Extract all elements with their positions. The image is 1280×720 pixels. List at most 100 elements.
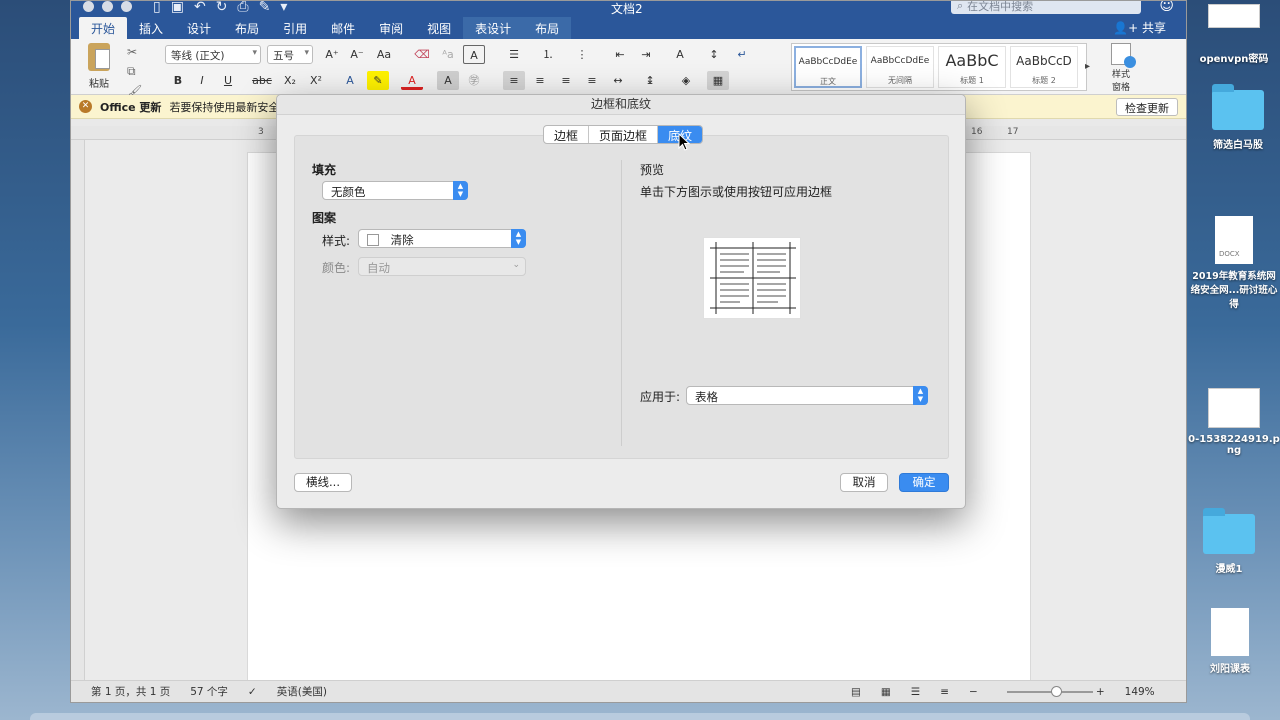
- fill-color-popup[interactable]: 无颜色 ▲ ▼: [322, 181, 468, 200]
- multilevel-list-icon[interactable]: ⋮: [571, 45, 593, 64]
- distribute-icon[interactable]: ↔: [607, 71, 629, 90]
- style-heading-1[interactable]: AaBbC 标题 1: [938, 46, 1006, 88]
- copy-icon[interactable]: ⧉: [127, 64, 142, 79]
- strikethrough-button[interactable]: abc: [251, 71, 273, 90]
- numbering-icon[interactable]: ⒈: [537, 45, 559, 64]
- save-icon[interactable]: ▣: [171, 1, 184, 15]
- pattern-style-popup[interactable]: 清除 ▲ ▼: [358, 229, 526, 248]
- character-shading-icon[interactable]: A: [437, 71, 459, 90]
- zoom-in-icon[interactable]: +: [1096, 686, 1105, 698]
- undo-icon[interactable]: ↶: [194, 1, 206, 15]
- border-preview[interactable]: [703, 237, 801, 319]
- highlight-icon[interactable]: ✎: [367, 71, 389, 90]
- tab-table-layout[interactable]: 布局: [523, 17, 572, 39]
- text-direction-icon[interactable]: A: [669, 45, 691, 64]
- sort-icon[interactable]: ↕: [703, 45, 725, 64]
- word-count[interactable]: 57 个字: [190, 684, 228, 699]
- font-size-select[interactable]: 五号: [267, 45, 313, 64]
- text-effects-icon[interactable]: A: [339, 71, 361, 90]
- grow-font-icon[interactable]: A⁺: [321, 45, 343, 64]
- web-layout-icon[interactable]: ▦: [881, 686, 891, 698]
- tab-layout[interactable]: 布局: [223, 17, 271, 39]
- title-bar: ▯ ▣ ↶ ↻ ⎙ ✎ ▾ 文档2 ⌕ 在文档中搜索 ☺ 开始 插入 设计 布局…: [71, 1, 1186, 39]
- tab-home[interactable]: 开始: [79, 17, 128, 39]
- apply-to-popup[interactable]: 表格 ▲ ▼: [686, 386, 928, 405]
- cut-icon[interactable]: ✂: [127, 45, 142, 59]
- share-button[interactable]: 👤+ 共享: [1113, 19, 1166, 36]
- style-normal[interactable]: AaBbCcDdEe 正文: [794, 46, 862, 88]
- clear-format-icon[interactable]: ⌫: [411, 45, 433, 64]
- redo-icon[interactable]: ↻: [216, 1, 228, 15]
- desktop-item-folder-stocks[interactable]: 筛选白马股: [1192, 84, 1280, 151]
- cancel-button[interactable]: 取消: [840, 473, 888, 492]
- zoom-slider[interactable]: [1007, 686, 1093, 697]
- enclose-characters-icon[interactable]: ㊫: [463, 71, 485, 90]
- subscript-button[interactable]: X₂: [279, 71, 301, 90]
- page-count[interactable]: 第 1 页，共 1 页: [91, 684, 170, 699]
- tab-insert[interactable]: 插入: [127, 17, 175, 39]
- align-left-icon[interactable]: ≡: [503, 71, 525, 90]
- desktop-item-schedule[interactable]: 刘阳课表: [1184, 608, 1276, 675]
- style-no-spacing[interactable]: AaBbCcDdEe 无间隔: [866, 46, 934, 88]
- desktop-item-png[interactable]: 0-1538224919.p ng: [1188, 388, 1280, 456]
- gallery-more-icon[interactable]: ▸: [1085, 61, 1090, 72]
- print-icon[interactable]: ⎙: [237, 1, 248, 15]
- align-center-icon[interactable]: ≡: [529, 71, 551, 90]
- bullets-icon[interactable]: ☰: [503, 45, 525, 64]
- zoom-window-button[interactable]: [121, 1, 132, 12]
- tab-mailings[interactable]: 邮件: [319, 17, 367, 39]
- zoom-slider-knob[interactable]: [1051, 686, 1062, 697]
- zoom-out-icon[interactable]: −: [969, 686, 978, 698]
- justify-icon[interactable]: ≡: [581, 71, 603, 90]
- desktop-item-folder-marvel[interactable]: 漫威1: [1183, 508, 1275, 575]
- styles-pane-button[interactable]: 样式 窗格: [1103, 43, 1139, 93]
- horizontal-line-button[interactable]: 横线...: [294, 473, 352, 492]
- zoom-level[interactable]: 149%: [1125, 686, 1155, 698]
- proofing-icon[interactable]: ✓: [248, 686, 257, 698]
- line-spacing-icon[interactable]: ↨: [639, 71, 661, 90]
- tab-references[interactable]: 引用: [271, 17, 319, 39]
- clipboard-tools: ✂ ⧉ 🖌: [127, 45, 142, 98]
- search-input[interactable]: ⌕ 在文档中搜索: [951, 1, 1141, 14]
- shading-bucket-icon[interactable]: ◈: [675, 71, 697, 90]
- desktop-item-openvpn[interactable]: openvpn密码: [1188, 4, 1280, 65]
- decrease-indent-icon[interactable]: ⇤: [609, 45, 631, 64]
- tab-design[interactable]: 设计: [175, 17, 223, 39]
- italic-button[interactable]: I: [191, 71, 213, 90]
- superscript-button[interactable]: X²: [305, 71, 327, 90]
- shrink-font-icon[interactable]: A⁻: [346, 45, 368, 64]
- font-color-icon[interactable]: A: [401, 71, 423, 90]
- underline-button[interactable]: U: [217, 71, 239, 90]
- tab-table-design[interactable]: 表设计: [463, 17, 524, 39]
- dismiss-message-icon[interactable]: ✕: [79, 100, 92, 113]
- tab-borders[interactable]: 边框: [544, 126, 590, 143]
- feedback-smiley-icon[interactable]: ☺: [1159, 1, 1174, 14]
- align-right-icon[interactable]: ≡: [555, 71, 577, 90]
- increase-indent-icon[interactable]: ⇥: [635, 45, 657, 64]
- close-window-button[interactable]: [83, 1, 94, 12]
- borders-icon[interactable]: ▦: [707, 71, 729, 90]
- phonetic-guide-icon[interactable]: ᴬa: [437, 45, 459, 64]
- character-border-icon[interactable]: A: [463, 45, 485, 64]
- change-case-icon[interactable]: Aa: [373, 45, 395, 64]
- font-name-select[interactable]: 等线 (正文): [165, 45, 261, 64]
- draft-view-icon[interactable]: ≡: [940, 686, 949, 698]
- minimize-window-button[interactable]: [102, 1, 113, 12]
- check-updates-button[interactable]: 检查更新: [1116, 98, 1178, 116]
- language-indicator[interactable]: 英语(美国): [277, 684, 327, 699]
- paste-button[interactable]: 粘贴: [81, 43, 117, 90]
- new-doc-icon[interactable]: ▯: [153, 1, 161, 15]
- tab-view[interactable]: 视图: [415, 17, 463, 39]
- tab-review[interactable]: 审阅: [367, 17, 415, 39]
- customize-qat-icon[interactable]: ▾: [280, 1, 287, 15]
- style-heading-2[interactable]: AaBbCcD 标题 2: [1010, 46, 1078, 88]
- edit-icon[interactable]: ✎: [259, 1, 271, 15]
- show-marks-icon[interactable]: ↵: [731, 45, 753, 64]
- bold-button[interactable]: B: [167, 71, 189, 90]
- ok-button[interactable]: 确定: [899, 473, 949, 492]
- desktop-item-docx[interactable]: DOCX 2019年教育系统网 络安全网...研讨班心得: [1188, 216, 1280, 310]
- outline-view-icon[interactable]: ☰: [911, 686, 920, 698]
- print-layout-icon[interactable]: ▤: [851, 686, 861, 698]
- folder-icon: [1203, 508, 1255, 554]
- tab-page-border[interactable]: 页面边框: [589, 126, 659, 143]
